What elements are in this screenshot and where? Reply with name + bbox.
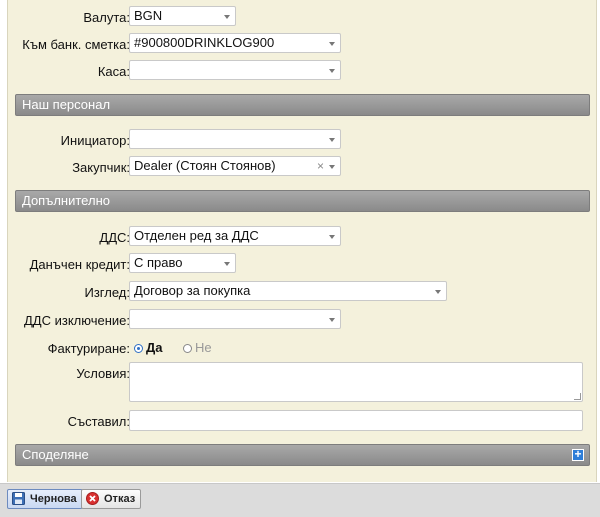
chevron-down-icon xyxy=(329,138,335,142)
bottom-toolbar: Чернова Отказ xyxy=(0,483,600,517)
radio-unchecked-icon xyxy=(183,344,192,353)
currency-select[interactable]: BGN xyxy=(129,6,236,26)
invoicing-row: Фактуриране: Да Не xyxy=(8,337,596,359)
view-value: Договор за покупка xyxy=(134,283,251,298)
vat-row: ДДС: Отделен ред за ДДС xyxy=(8,226,596,248)
buyer-select[interactable]: Dealer (Стоян Стоянов) × xyxy=(129,156,341,176)
chevron-down-icon xyxy=(329,69,335,73)
view-row: Изглед: Договор за покупка xyxy=(8,281,596,303)
author-label: Съставил: xyxy=(67,414,130,429)
buyer-row: Закупчик: Dealer (Стоян Стоянов) × xyxy=(8,156,596,178)
invoicing-no-label: Не xyxy=(195,340,212,355)
currency-row: Валута: BGN xyxy=(8,6,596,28)
currency-value: BGN xyxy=(134,8,163,23)
chevron-down-icon xyxy=(329,318,335,322)
vat-exclusion-select[interactable] xyxy=(129,309,341,329)
bank-account-select[interactable]: #900800DRINKLOG900 xyxy=(129,33,341,53)
buyer-value: Dealer (Стоян Стоянов) xyxy=(134,158,276,173)
view-select[interactable]: Договор за покупка xyxy=(129,281,447,301)
save-icon xyxy=(12,492,25,505)
invoicing-yes-radio[interactable]: Да xyxy=(134,340,163,355)
cashbox-row: Каса: xyxy=(8,60,596,82)
vat-exclusion-row: ДДС изключение: xyxy=(8,309,596,331)
draft-label: Чернова xyxy=(30,493,77,505)
cancel-button[interactable]: Отказ xyxy=(81,489,142,509)
section-staff-header[interactable]: Наш персонал xyxy=(15,94,590,116)
view-label: Изглед: xyxy=(84,285,131,300)
chevron-down-icon xyxy=(224,15,230,19)
author-input[interactable] xyxy=(129,410,583,431)
section-sharing-header[interactable]: Споделяне + xyxy=(15,444,590,466)
author-row: Съставил: xyxy=(8,410,596,432)
bank-account-row: Към банк. сметка: #900800DRINKLOG900 xyxy=(8,33,596,55)
tax-credit-select[interactable]: С право xyxy=(129,253,236,273)
initiator-row: Инициатор: xyxy=(8,129,596,151)
cashbox-select[interactable] xyxy=(129,60,341,80)
cancel-label: Отказ xyxy=(104,493,136,505)
section-sharing-title: Споделяне xyxy=(22,447,89,462)
tax-credit-label: Данъчен кредит: xyxy=(29,257,130,272)
vat-select[interactable]: Отделен ред за ДДС xyxy=(129,226,341,246)
section-staff-title: Наш персонал xyxy=(22,97,111,112)
initiator-select[interactable] xyxy=(129,129,341,149)
close-circle-icon xyxy=(86,492,99,505)
bank-account-label: Към банк. сметка: xyxy=(22,37,130,52)
initiator-label: Инициатор: xyxy=(60,133,130,148)
bank-account-value: #900800DRINKLOG900 xyxy=(134,35,275,50)
tax-credit-value: С право xyxy=(134,255,183,270)
chevron-down-icon xyxy=(224,262,230,266)
conditions-textarea[interactable] xyxy=(129,362,583,402)
section-additional-title: Допълнително xyxy=(22,193,110,208)
conditions-label: Условия: xyxy=(76,366,130,381)
currency-label: Валута: xyxy=(83,10,130,25)
clear-icon[interactable]: × xyxy=(317,157,324,175)
radio-checked-icon xyxy=(134,344,143,353)
conditions-row: Условия: xyxy=(8,362,596,404)
chevron-down-icon xyxy=(329,165,335,169)
buyer-label: Закупчик: xyxy=(72,160,130,175)
resize-handle-icon[interactable] xyxy=(574,393,581,400)
vat-exclusion-label: ДДС изключение: xyxy=(24,313,130,328)
expand-plus-icon[interactable]: + xyxy=(572,448,584,461)
vat-value: Отделен ред за ДДС xyxy=(134,228,259,243)
cashbox-label: Каса: xyxy=(97,64,130,79)
section-additional-header[interactable]: Допълнително xyxy=(15,190,590,212)
tax-credit-row: Данъчен кредит: С право xyxy=(8,253,596,275)
chevron-down-icon xyxy=(435,290,441,294)
chevron-down-icon xyxy=(329,42,335,46)
form-panel: Валута: BGN Към банк. сметка: #900800DRI… xyxy=(7,0,597,482)
invoicing-yes-label: Да xyxy=(146,340,163,355)
chevron-down-icon xyxy=(329,235,335,239)
draft-button[interactable]: Чернова xyxy=(7,489,83,509)
invoicing-label: Фактуриране: xyxy=(47,341,130,356)
invoicing-no-radio[interactable]: Не xyxy=(183,340,212,355)
vat-label: ДДС: xyxy=(99,230,130,245)
